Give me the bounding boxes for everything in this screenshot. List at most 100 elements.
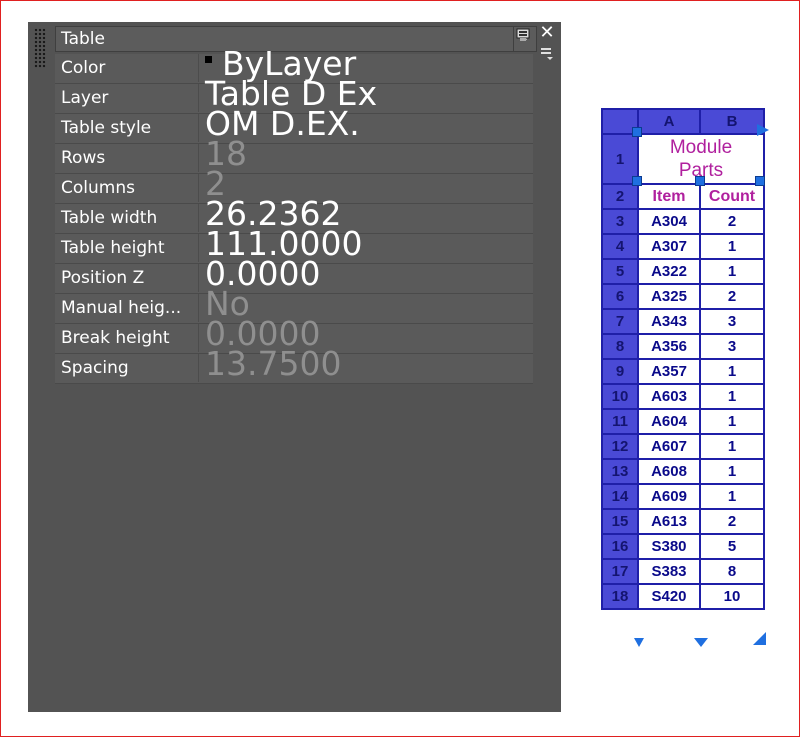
item-cell[interactable]: S420 bbox=[637, 583, 701, 610]
row-number[interactable]: 11 bbox=[601, 408, 639, 435]
count-cell[interactable]: 1 bbox=[699, 258, 765, 285]
table-width-grip[interactable] bbox=[757, 124, 769, 136]
property-label: Layer bbox=[55, 84, 199, 112]
row-number[interactable]: 8 bbox=[601, 333, 639, 360]
table-row: 17 S383 8 bbox=[601, 558, 765, 585]
property-label: Color bbox=[55, 54, 199, 82]
property-label: Table height bbox=[55, 234, 199, 262]
item-cell[interactable]: A609 bbox=[637, 483, 701, 510]
property-row[interactable]: Table style OM D.EX. bbox=[55, 106, 533, 144]
close-icon[interactable]: ✕ bbox=[539, 24, 555, 42]
count-cell[interactable]: 3 bbox=[699, 308, 765, 335]
count-cell[interactable]: 1 bbox=[699, 483, 765, 510]
count-cell[interactable]: 1 bbox=[699, 408, 765, 435]
property-label: Manual heig... bbox=[55, 294, 199, 322]
table-grip[interactable] bbox=[632, 176, 642, 186]
property-label: Columns bbox=[55, 174, 199, 202]
row-number[interactable]: 15 bbox=[601, 508, 639, 535]
table-row: 11 A604 1 bbox=[601, 408, 765, 435]
count-cell[interactable]: 2 bbox=[699, 208, 765, 235]
table-break-grip[interactable] bbox=[634, 638, 644, 647]
row-number[interactable]: 7 bbox=[601, 308, 639, 335]
row-number[interactable]: 16 bbox=[601, 533, 639, 560]
table-resize-grip[interactable] bbox=[753, 632, 766, 645]
property-row[interactable]: Rows 18 bbox=[55, 136, 533, 174]
row-number[interactable]: 2 bbox=[601, 183, 639, 210]
item-cell[interactable]: A343 bbox=[637, 308, 701, 335]
item-cell[interactable]: A356 bbox=[637, 333, 701, 360]
row-number[interactable]: 17 bbox=[601, 558, 639, 585]
table-row: 14 A609 1 bbox=[601, 483, 765, 510]
item-cell[interactable]: A607 bbox=[637, 433, 701, 460]
table-row: 9 A357 1 bbox=[601, 358, 765, 385]
count-cell[interactable]: 10 bbox=[699, 583, 765, 610]
row-number[interactable]: 13 bbox=[601, 458, 639, 485]
table-row: 16 S380 5 bbox=[601, 533, 765, 560]
property-label: Rows bbox=[55, 144, 199, 172]
item-cell[interactable]: A325 bbox=[637, 283, 701, 310]
count-cell[interactable]: 2 bbox=[699, 508, 765, 535]
color-swatch-icon bbox=[205, 56, 212, 63]
drag-grip-icon[interactable] bbox=[34, 28, 46, 68]
count-cell[interactable]: 3 bbox=[699, 333, 765, 360]
count-cell[interactable]: 5 bbox=[699, 533, 765, 560]
item-cell[interactable]: A357 bbox=[637, 358, 701, 385]
property-label: Break height bbox=[55, 324, 199, 352]
row-number[interactable]: 3 bbox=[601, 208, 639, 235]
row-number[interactable]: 10 bbox=[601, 383, 639, 410]
count-cell[interactable]: 1 bbox=[699, 383, 765, 410]
property-value: 13.7500 bbox=[205, 346, 341, 386]
item-cell[interactable]: A322 bbox=[637, 258, 701, 285]
property-label: Position Z bbox=[55, 264, 199, 292]
table-row: 8 A356 3 bbox=[601, 333, 765, 360]
count-cell[interactable]: 8 bbox=[699, 558, 765, 585]
parts-table[interactable]: A B 1 Module Parts 2 Item Count 3 A304 2 4 A3… bbox=[601, 108, 765, 610]
row-number[interactable]: 5 bbox=[601, 258, 639, 285]
table-grip[interactable] bbox=[755, 176, 765, 186]
count-cell[interactable]: 1 bbox=[699, 358, 765, 385]
table-row: 6 A325 2 bbox=[601, 283, 765, 310]
table-row: 10 A603 1 bbox=[601, 383, 765, 410]
column-header-b[interactable]: B bbox=[699, 108, 765, 135]
column-title-count[interactable]: Count bbox=[699, 183, 765, 210]
property-row[interactable]: Spacing 13.7500 bbox=[55, 346, 533, 384]
row-number[interactable]: 4 bbox=[601, 233, 639, 260]
count-cell[interactable]: 1 bbox=[699, 458, 765, 485]
drawing-table[interactable]: A B 1 Module Parts 2 Item Count 3 A304 2 4 A3… bbox=[601, 108, 769, 647]
table-row: 12 A607 1 bbox=[601, 433, 765, 460]
item-cell[interactable]: A304 bbox=[637, 208, 701, 235]
table-grip[interactable] bbox=[695, 176, 705, 186]
quick-select-icon[interactable] bbox=[516, 28, 530, 42]
row-number[interactable]: 14 bbox=[601, 483, 639, 510]
table-height-grip[interactable] bbox=[694, 638, 708, 647]
item-cell[interactable]: A307 bbox=[637, 233, 701, 260]
table-row: 3 A304 2 bbox=[601, 208, 765, 235]
column-title-item[interactable]: Item bbox=[637, 183, 701, 210]
property-row[interactable]: Position Z 0.0000 bbox=[55, 256, 533, 294]
item-cell[interactable]: A613 bbox=[637, 508, 701, 535]
table-title-line: Module bbox=[669, 137, 733, 158]
row-number[interactable]: 12 bbox=[601, 433, 639, 460]
count-cell[interactable]: 2 bbox=[699, 283, 765, 310]
table-row: 7 A343 3 bbox=[601, 308, 765, 335]
column-header-a[interactable]: A bbox=[637, 108, 701, 135]
property-label: Table width bbox=[55, 204, 199, 232]
table-row: 5 A322 1 bbox=[601, 258, 765, 285]
row-number[interactable]: 18 bbox=[601, 583, 639, 610]
table-row: 4 A307 1 bbox=[601, 233, 765, 260]
item-cell[interactable]: S383 bbox=[637, 558, 701, 585]
object-type-value: Table bbox=[61, 29, 105, 49]
count-cell[interactable]: 1 bbox=[699, 433, 765, 460]
table-grip[interactable] bbox=[632, 127, 642, 137]
property-value-text: 13.7500 bbox=[205, 344, 342, 383]
row-number[interactable]: 9 bbox=[601, 358, 639, 385]
item-cell[interactable]: A604 bbox=[637, 408, 701, 435]
item-cell[interactable]: S380 bbox=[637, 533, 701, 560]
item-cell[interactable]: A603 bbox=[637, 383, 701, 410]
options-menu-icon[interactable] bbox=[539, 46, 555, 62]
count-cell[interactable]: 1 bbox=[699, 233, 765, 260]
table-row: 18 S420 10 bbox=[601, 583, 765, 610]
item-cell[interactable]: A608 bbox=[637, 458, 701, 485]
row-number[interactable]: 6 bbox=[601, 283, 639, 310]
property-label: Spacing bbox=[55, 354, 199, 382]
